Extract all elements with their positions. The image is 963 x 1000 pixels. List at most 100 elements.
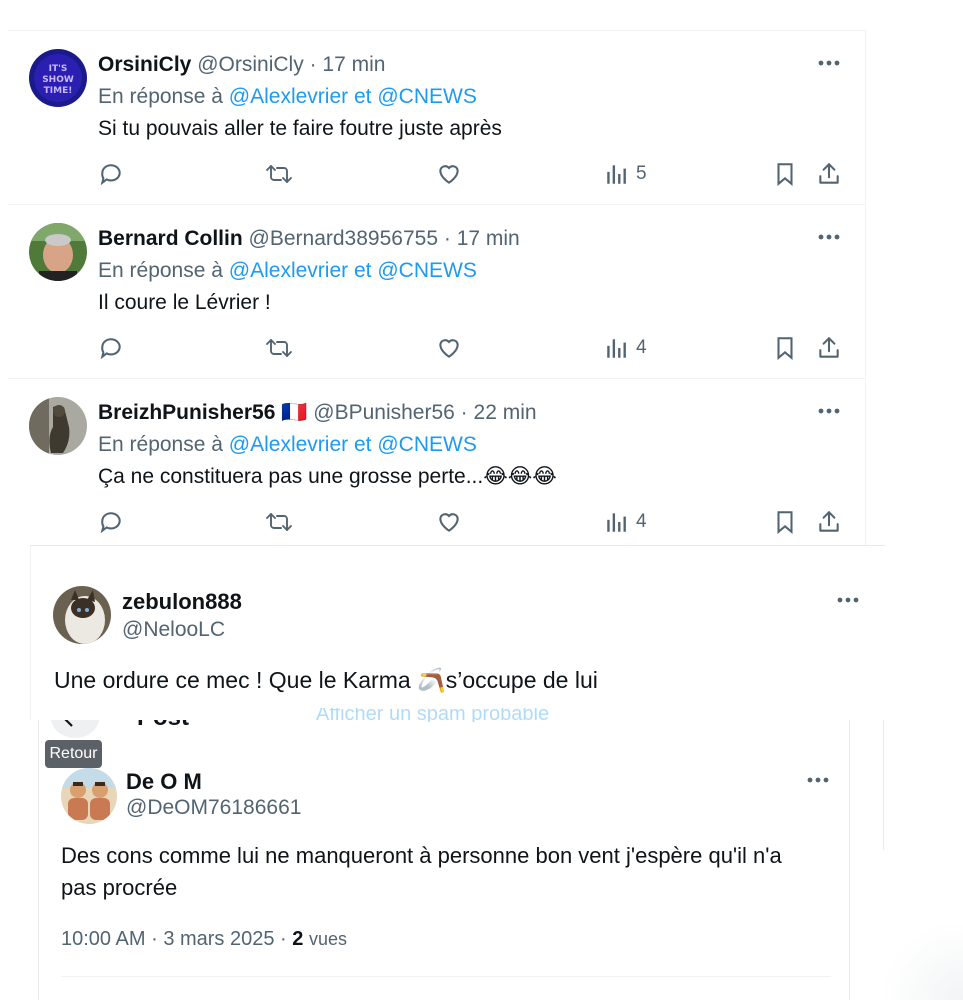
tweet-text: Si tu pouvais aller te faire foutre just…	[98, 117, 502, 140]
views-button[interactable]: 5	[604, 159, 647, 189]
user-name[interactable]: zebulon888	[122, 589, 242, 615]
bookmark-icon[interactable]	[772, 333, 798, 363]
avatar[interactable]	[29, 223, 87, 281]
avatar[interactable]	[61, 768, 117, 824]
post-text-part: Une ordure ce mec ! Que le Karma	[54, 667, 418, 693]
views-button[interactable]: 4	[604, 507, 647, 537]
reply-context: En réponse à @Alexlevrier et @CNEWS	[98, 84, 477, 110]
reply-prefix: En réponse à	[98, 259, 223, 282]
share-icon[interactable]	[816, 159, 842, 189]
like-icon[interactable]	[436, 333, 462, 363]
panel-edge	[850, 700, 884, 850]
mention-link[interactable]: @Alexlevrier	[229, 85, 348, 108]
share-icon[interactable]	[816, 507, 842, 537]
views-count: 2	[292, 928, 304, 950]
reply-icon[interactable]	[98, 159, 124, 189]
spam-toggle-link[interactable]: Afficher un spam probable	[316, 708, 549, 722]
reply-tweet[interactable]: IT'S SHOW TIME! OrsiniCly @OrsiniCly · 1…	[8, 31, 866, 205]
bookmark-icon[interactable]	[772, 159, 798, 189]
reply-tweet[interactable]: BreizhPunisher56 🇫🇷 @BPunisher56 · 22 mi…	[8, 379, 866, 553]
svg-text:TIME!: TIME!	[44, 86, 73, 96]
views-count: 4	[636, 337, 647, 358]
tweet-text: Il coure le Lévrier !	[98, 291, 271, 314]
tweet-header: BreizhPunisher56 🇫🇷 @BPunisher56 · 22 mi…	[98, 400, 537, 426]
bookmark-icon[interactable]	[772, 507, 798, 537]
separator-dot: ·	[309, 53, 317, 76]
reply-prefix: En réponse à	[98, 85, 223, 108]
boomerang-emoji: 🪃	[417, 667, 446, 693]
retweet-icon[interactable]	[265, 159, 293, 189]
post-text: Des cons comme lui ne manqueront à perso…	[61, 843, 782, 900]
more-options-icon[interactable]	[816, 53, 842, 73]
user-name[interactable]: Bernard Collin	[98, 227, 243, 250]
mention-conjunction: et	[353, 433, 372, 456]
post-card: zebulon888 @NelooLC Une ordure ce mec ! …	[30, 545, 885, 722]
views-icon	[607, 165, 626, 184]
avatar[interactable]	[53, 586, 111, 644]
separator-dot: ·	[151, 928, 158, 950]
mention-link[interactable]: @Alexlevrier	[229, 433, 348, 456]
post-text: Une ordure ce mec ! Que le Karma 🪃s’occu…	[54, 664, 598, 696]
reply-context: En réponse à @Alexlevrier et @CNEWS	[98, 258, 477, 284]
avatar[interactable]	[29, 397, 87, 455]
more-options-icon[interactable]	[835, 590, 861, 610]
share-icon[interactable]	[816, 333, 842, 363]
svg-text:SHOW: SHOW	[42, 75, 74, 85]
more-options-icon[interactable]	[816, 401, 842, 421]
tweet-header: Bernard Collin @Bernard38956755 · 17 min	[98, 226, 520, 252]
like-icon[interactable]	[436, 507, 462, 537]
views-button[interactable]: 4	[604, 333, 647, 363]
reply-tweet[interactable]: Bernard Collin @Bernard38956755 · 17 min…	[8, 205, 866, 379]
reply-prefix: En réponse à	[98, 433, 223, 456]
avatar[interactable]: IT'S SHOW TIME!	[29, 49, 87, 107]
views-label: vues	[308, 929, 347, 949]
tweet-time[interactable]: 22 min	[474, 401, 537, 424]
user-handle[interactable]: @OrsiniCly	[197, 53, 304, 76]
mention-link[interactable]: @Alexlevrier	[229, 259, 348, 282]
separator-dot: ·	[460, 401, 468, 424]
flag-emoji: 🇫🇷	[281, 401, 308, 424]
post-meta: 10:00 AM · 3 mars 2025 · 2 vues	[61, 928, 347, 951]
retweet-icon[interactable]	[265, 333, 293, 363]
corner-shadow	[880, 920, 963, 1000]
svg-text:IT'S: IT'S	[49, 64, 68, 74]
user-name[interactable]: BreizhPunisher56	[98, 401, 275, 424]
more-options-icon[interactable]	[816, 227, 842, 247]
more-options-icon[interactable]	[805, 770, 831, 790]
mention-conjunction: et	[353, 85, 372, 108]
mention-link[interactable]: @CNEWS	[377, 433, 476, 456]
post-text-part: s’occupe de lui	[445, 667, 598, 693]
mention-link[interactable]: @CNEWS	[377, 85, 476, 108]
post-date[interactable]: 3 mars 2025	[163, 928, 274, 950]
user-handle[interactable]: @NelooLC	[122, 618, 225, 642]
views-count: 5	[636, 163, 647, 184]
views-icon	[607, 339, 626, 358]
tweet-text: Ça ne constituera pas une grosse perte..…	[98, 465, 557, 488]
user-name[interactable]: De O M	[126, 769, 202, 795]
user-handle[interactable]: @DeOM76186661	[126, 796, 301, 820]
mention-link[interactable]: @CNEWS	[377, 259, 476, 282]
separator-dot: ·	[280, 928, 287, 950]
tweet-actions: 5	[8, 159, 866, 191]
post-detail: Post De O M @DeOM76186661 Des cons comme…	[38, 698, 850, 1000]
mention-conjunction: et	[353, 259, 372, 282]
tweet-time[interactable]: 17 min	[322, 53, 385, 76]
retweet-icon[interactable]	[265, 507, 293, 537]
tweet-actions: 4	[8, 333, 866, 365]
user-name[interactable]: OrsiniCly	[98, 53, 191, 76]
tweet-header: OrsiniCly @OrsiniCly · 17 min	[98, 52, 385, 78]
reply-icon[interactable]	[98, 507, 124, 537]
separator-dot: ·	[443, 227, 451, 250]
user-handle[interactable]: @Bernard38956755	[249, 227, 438, 250]
divider	[61, 976, 831, 977]
back-tooltip: Retour	[45, 740, 102, 768]
tweet-time[interactable]: 17 min	[457, 227, 520, 250]
user-handle[interactable]: @BPunisher56	[313, 401, 455, 424]
post-time[interactable]: 10:00 AM	[61, 928, 146, 950]
views-count: 4	[636, 511, 647, 532]
like-icon[interactable]	[436, 159, 462, 189]
tweet-actions: 4	[8, 507, 866, 539]
reply-icon[interactable]	[98, 333, 124, 363]
reply-context: En réponse à @Alexlevrier et @CNEWS	[98, 432, 477, 458]
views-icon	[607, 513, 626, 532]
